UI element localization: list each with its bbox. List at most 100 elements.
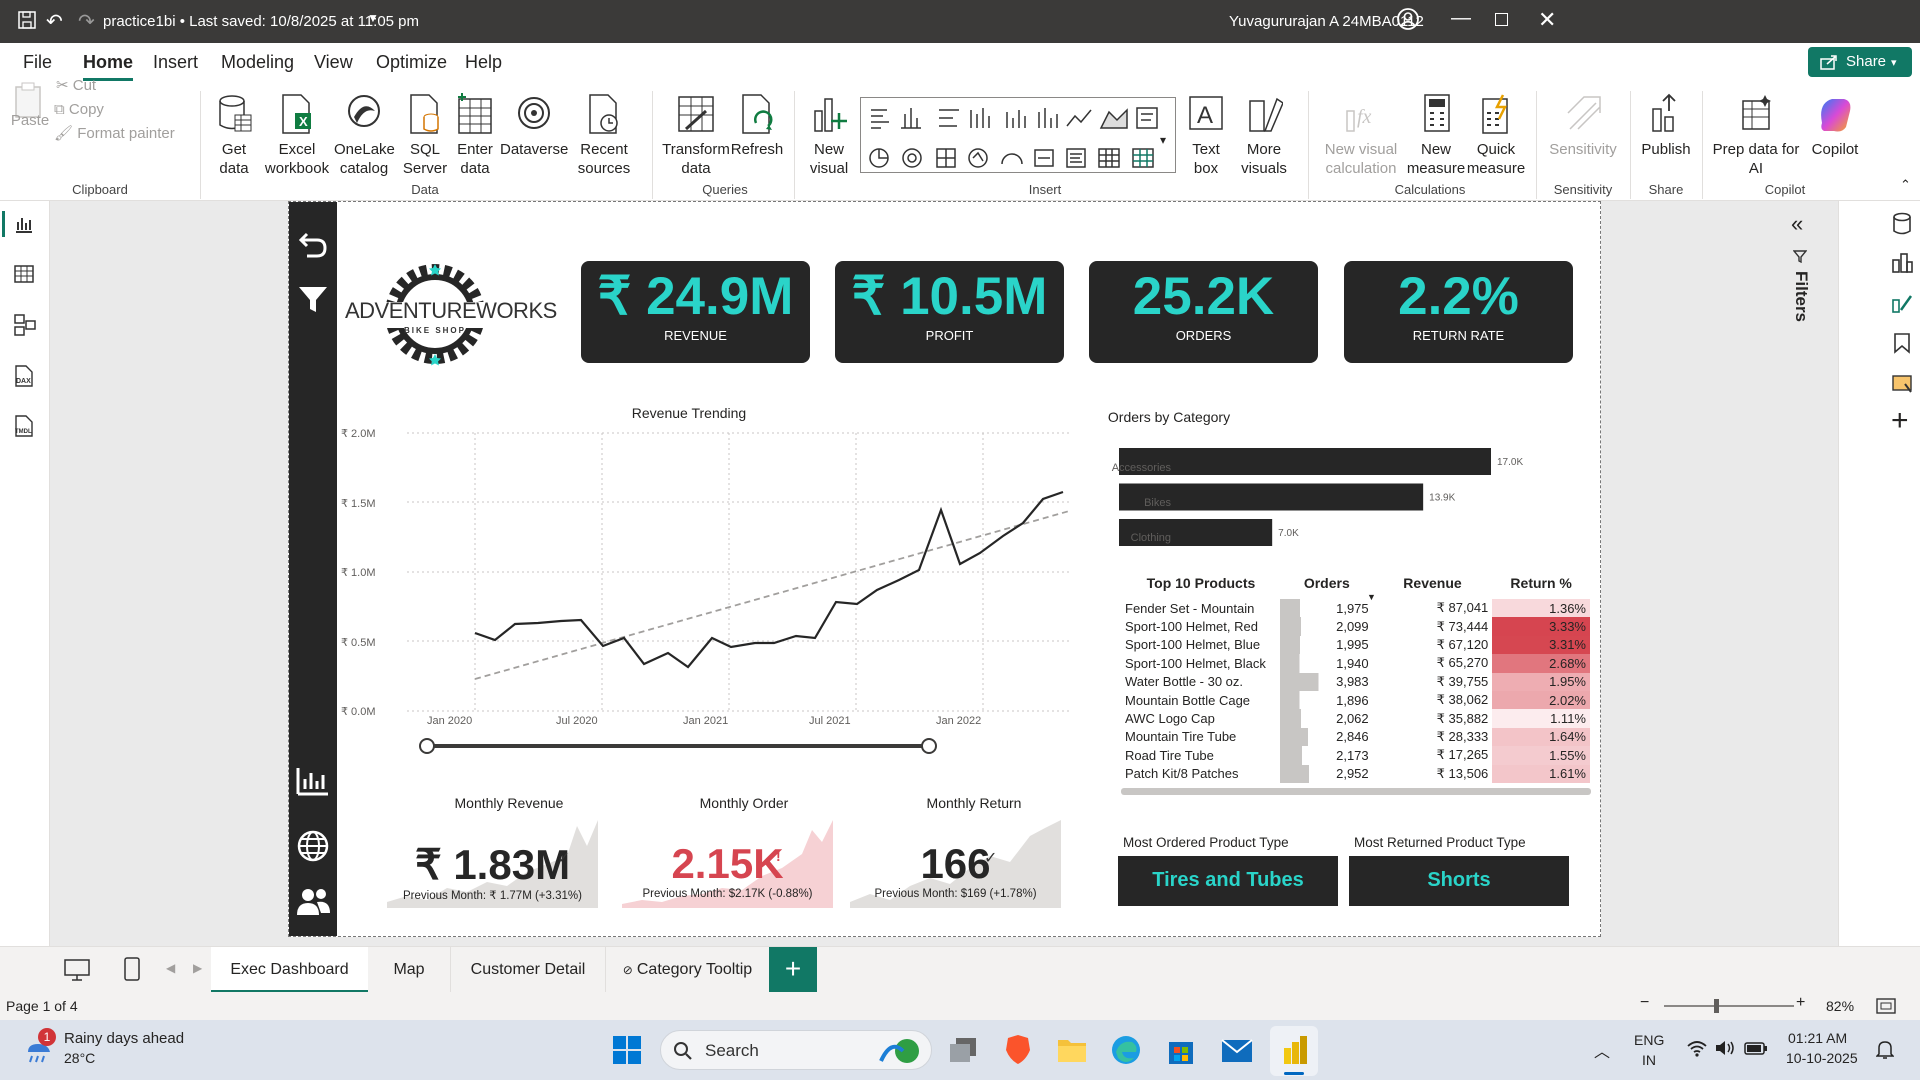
table-row[interactable]: Water Bottle - 30 oz. 3,983 ₹ 39,755 1.95%: [1121, 672, 1590, 691]
dataverse-button[interactable]: Dataverse: [500, 93, 568, 159]
tab-scroll-right-icon[interactable]: ▶: [193, 961, 202, 975]
table-row[interactable]: Patch Kit/8 Patches 2,952 ₹ 13,506 1.61%: [1121, 764, 1590, 783]
fit-to-page-icon[interactable]: [1876, 997, 1896, 1015]
col-header-orders[interactable]: Orders: [1281, 567, 1373, 599]
menu-insert[interactable]: Insert: [153, 52, 198, 73]
new-visual-button[interactable]: New visual: [800, 93, 858, 178]
model-view-icon[interactable]: [14, 314, 36, 336]
weather-title[interactable]: Rainy days ahead: [64, 1030, 184, 1047]
filter-icon[interactable]: [297, 284, 329, 314]
redo-icon[interactable]: ↷: [78, 9, 95, 34]
visualizations-pane-icon[interactable]: [1891, 252, 1913, 274]
tab-map[interactable]: Map: [368, 947, 451, 993]
col-header-revenue[interactable]: Revenue: [1373, 567, 1493, 599]
zoom-in-icon[interactable]: +: [1796, 994, 1805, 1012]
date-slider-start-handle[interactable]: [419, 738, 435, 754]
text-box-button[interactable]: A Text box: [1182, 93, 1230, 178]
filters-pane-label[interactable]: Filters: [1791, 271, 1811, 322]
add-pane-icon[interactable]: +: [1891, 406, 1909, 436]
collapse-ribbon-icon[interactable]: ⌃: [1900, 177, 1911, 193]
table-row[interactable]: Road Tire Tube 2,173 ₹ 17,265 1.55%: [1121, 746, 1590, 765]
date-slider-end-handle[interactable]: [921, 738, 937, 754]
title-dropdown-icon[interactable]: ▼: [367, 11, 379, 25]
paste-button[interactable]: Paste: [10, 82, 50, 163]
selection-pane-icon[interactable]: [1891, 372, 1913, 394]
table-row[interactable]: Sport-100 Helmet, Red 2,099 ₹ 73,444 3.33%: [1121, 617, 1590, 636]
sql-server-button[interactable]: SQL Server: [400, 93, 450, 178]
tab-scroll-left-icon[interactable]: ◀: [166, 961, 175, 975]
tab-exec-dashboard[interactable]: Exec Dashboard: [211, 947, 368, 993]
volume-icon[interactable]: [1714, 1039, 1736, 1057]
file-explorer-icon[interactable]: [1056, 1034, 1088, 1064]
menu-optimize[interactable]: Optimize: [376, 52, 447, 73]
taskbar-search-box[interactable]: Search: [660, 1030, 932, 1070]
visual-gallery[interactable]: [860, 97, 1176, 173]
dashboard-chart-icon[interactable]: [296, 765, 330, 797]
table-row[interactable]: Sport-100 Helmet, Black 1,940 ₹ 65,270 2.68…: [1121, 654, 1590, 673]
table-view-icon[interactable]: [14, 264, 34, 284]
format-painter-button[interactable]: 🖌 Format painter: [54, 124, 175, 143]
globe-icon[interactable]: [296, 829, 330, 863]
gallery-expand-icon[interactable]: ▾: [1160, 133, 1166, 147]
tab-customer-detail[interactable]: Customer Detail: [451, 947, 606, 993]
new-measure-button[interactable]: New measure: [1404, 93, 1468, 178]
cut-button[interactable]: ✂ Cut: [56, 76, 96, 95]
quick-measure-button[interactable]: Quick measure: [1464, 93, 1528, 178]
onelake-catalog-button[interactable]: OneLake catalog: [334, 93, 395, 178]
recent-sources-button[interactable]: Recent sources: [570, 93, 638, 178]
col-header-product[interactable]: Top 10 Products: [1121, 567, 1281, 599]
menu-help[interactable]: Help: [465, 52, 502, 73]
copy-button[interactable]: ⧉ Copy: [54, 100, 104, 119]
wifi-icon[interactable]: [1686, 1039, 1708, 1057]
dax-query-view-icon[interactable]: DAX: [12, 364, 36, 388]
microsoft-store-icon[interactable]: [1166, 1034, 1196, 1066]
windows-start-icon[interactable]: [612, 1035, 642, 1065]
mobile-layout-icon[interactable]: [124, 957, 140, 981]
table-row[interactable]: Mountain Tire Tube 2,846 ₹ 28,333 1.64%: [1121, 727, 1590, 747]
enter-data-button[interactable]: Enter data: [452, 93, 498, 178]
col-header-return[interactable]: Return %: [1492, 567, 1590, 599]
brave-browser-icon[interactable]: [1004, 1034, 1032, 1066]
tmdl-view-icon[interactable]: TMDL: [12, 414, 36, 438]
menu-modeling[interactable]: Modeling: [221, 52, 294, 73]
undo-icon[interactable]: ↶: [46, 9, 63, 34]
bookmark-icon[interactable]: [1893, 332, 1911, 354]
sensitivity-button[interactable]: Sensitivity: [1540, 93, 1626, 159]
category-bar[interactable]: [1119, 448, 1491, 475]
get-data-button[interactable]: Get data: [208, 93, 260, 178]
tab-category-tooltip[interactable]: ⊘ Category Tooltip: [606, 947, 769, 993]
menu-view[interactable]: View: [314, 52, 353, 73]
account-icon[interactable]: [1397, 8, 1419, 30]
task-view-icon[interactable]: [948, 1036, 978, 1064]
excel-workbook-button[interactable]: X Excel workbook: [262, 93, 332, 178]
edge-browser-icon[interactable]: [1110, 1034, 1142, 1066]
transform-data-button[interactable]: Transform data: [660, 93, 732, 178]
orders-by-category-chart[interactable]: 17.0K 13.9K 7.0K: [1119, 448, 1579, 548]
save-icon[interactable]: [18, 11, 36, 29]
table-horizontal-scrollbar[interactable]: [1121, 788, 1591, 795]
show-hidden-icons[interactable]: ︿: [1594, 1038, 1610, 1062]
language-indicator-1[interactable]: ENG: [1634, 1032, 1664, 1048]
notification-bell-icon[interactable]: [1876, 1040, 1894, 1060]
publish-button[interactable]: Publish: [1636, 93, 1696, 159]
revenue-trending-chart[interactable]: ₹ 2.0M ₹ 1.5M ₹ 1.0M ₹ 0.5M ₹ 0.0M: [319, 424, 1069, 724]
sort-descending-icon[interactable]: ▼: [1367, 592, 1376, 602]
report-view-icon[interactable]: [14, 214, 34, 234]
copilot-button[interactable]: Copilot: [1800, 93, 1870, 159]
refresh-button[interactable]: Refresh: [730, 93, 784, 159]
mail-icon[interactable]: [1220, 1036, 1254, 1064]
back-arrow-icon[interactable]: [297, 228, 329, 258]
collapse-panes-icon[interactable]: «: [1791, 211, 1803, 237]
top-products-table[interactable]: Top 10 Products Orders Revenue Return % …: [1121, 567, 1591, 783]
filter-pane-icon[interactable]: [1793, 249, 1807, 263]
close-icon[interactable]: ✕: [1538, 7, 1556, 33]
more-visuals-button[interactable]: More visuals: [1232, 93, 1296, 178]
table-row[interactable]: Sport-100 Helmet, Blue 1,995 ₹ 67,120 3.31%: [1121, 635, 1590, 655]
powerbi-taskbar-button[interactable]: [1270, 1026, 1318, 1076]
zoom-out-icon[interactable]: −: [1640, 994, 1649, 1012]
format-pane-icon[interactable]: [1891, 292, 1913, 314]
date-range-slider-track[interactable]: [427, 744, 929, 748]
customers-icon[interactable]: [295, 886, 331, 918]
minimize-icon[interactable]: —: [1451, 7, 1471, 30]
clock-time[interactable]: 01:21 AM: [1788, 1030, 1847, 1046]
